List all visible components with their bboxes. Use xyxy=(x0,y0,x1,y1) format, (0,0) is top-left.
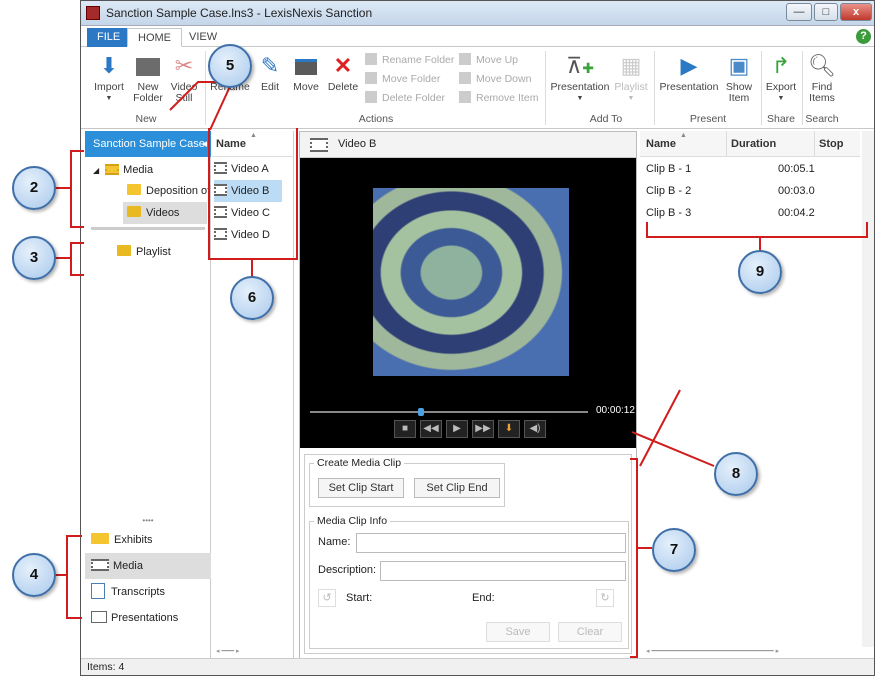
callout-7: 7 xyxy=(652,528,696,572)
callout-5: 5 xyxy=(208,44,252,88)
callout-9: 9 xyxy=(738,250,782,294)
callout-3: 3 xyxy=(12,236,56,280)
callout-8: 8 xyxy=(714,452,758,496)
callout-6: 6 xyxy=(230,276,274,320)
callout-leader-lines xyxy=(38,81,761,576)
callout-2: 2 xyxy=(12,166,56,210)
callout-4: 4 xyxy=(12,553,56,597)
